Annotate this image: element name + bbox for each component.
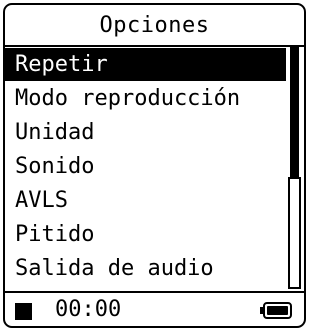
menu-item-unidad[interactable]: Unidad (5, 116, 286, 149)
battery-full-icon (260, 302, 292, 319)
stop-icon (15, 303, 32, 320)
scrollbar-track (290, 47, 299, 177)
menu-item-pitido[interactable]: Pitido (5, 218, 286, 251)
status-bar: 00:00 (5, 291, 304, 326)
menu-item-repetir[interactable]: Repetir (5, 48, 286, 81)
scrollbar-thumb[interactable] (288, 177, 301, 289)
menu-item-modo-reproduccion[interactable]: Modo reproducción (5, 82, 286, 115)
options-menu: Repetir Modo reproducción Unidad Sonido … (5, 47, 291, 291)
elapsed-time: 00:00 (55, 297, 122, 322)
menu-item-sonido[interactable]: Sonido (5, 150, 286, 183)
menu-item-salida-de-audio[interactable]: Salida de audio (5, 252, 286, 285)
menu-item-avls[interactable]: AVLS (5, 184, 286, 217)
device-screen: Opciones Repetir Modo reproducción Unida… (3, 3, 306, 328)
menu-scrollbar[interactable] (288, 47, 301, 291)
screen-title: Opciones (5, 5, 304, 47)
